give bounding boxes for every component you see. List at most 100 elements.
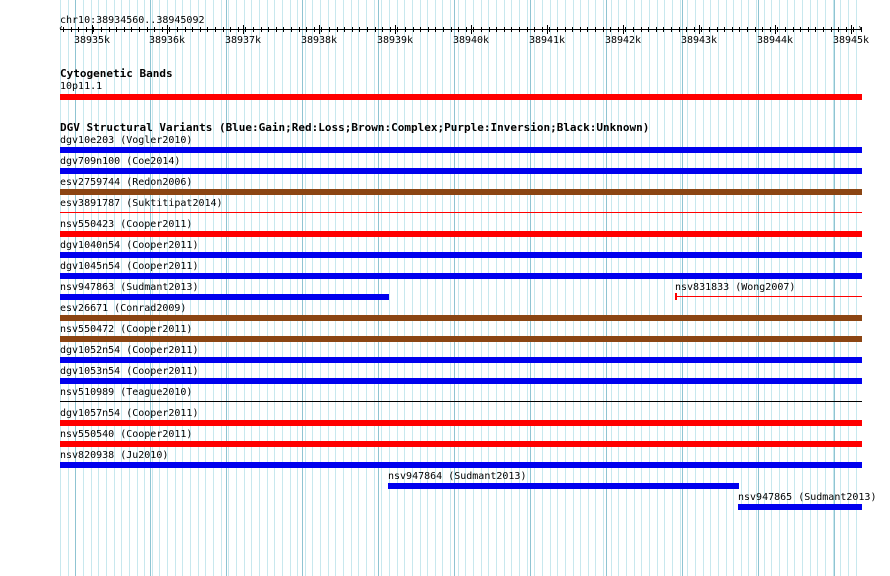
ruler-minor-tick <box>717 27 718 32</box>
feature-label[interactable]: esv2759744 (Redon2006) <box>60 177 192 188</box>
ruler-minor-tick <box>565 27 566 32</box>
ruler-minor-tick <box>777 27 778 32</box>
ruler-minor-tick <box>534 27 535 32</box>
feature-label[interactable]: nsv947864 (Sudmant2013) <box>388 471 526 482</box>
feature-label[interactable]: dgv10e203 (Vogler2010) <box>60 135 192 146</box>
ruler-minor-tick <box>595 27 596 32</box>
ruler-minor-tick <box>352 27 353 32</box>
feature-label[interactable]: nsv550540 (Cooper2011) <box>60 429 192 440</box>
ruler-minor-tick <box>428 27 429 32</box>
feature-label[interactable]: esv26671 (Conrad2009) <box>60 303 186 314</box>
feature-label[interactable]: dgv1045n54 (Cooper2011) <box>60 261 198 272</box>
ruler-tick-label: 38944k <box>756 35 794 46</box>
ruler-minor-tick <box>124 27 125 32</box>
cytoband-track-title: Cytogenetic Bands <box>60 67 173 80</box>
ruler-minor-tick <box>101 27 102 32</box>
ruler-minor-tick <box>739 27 740 32</box>
ruler-minor-tick <box>253 27 254 32</box>
feature-label[interactable]: nsv510989 (Teague2010) <box>60 387 192 398</box>
ruler-minor-tick <box>572 27 573 32</box>
ruler-tick-label: 38940k <box>452 35 490 46</box>
feature-bar[interactable] <box>60 168 862 174</box>
ruler-minor-tick <box>694 27 695 32</box>
location-label: chr10:38934560..38945092 <box>60 15 205 26</box>
feature-bar[interactable] <box>60 212 862 213</box>
feature-label[interactable]: nsv947863 (Sudmant2013) <box>60 282 198 293</box>
ruler-tick <box>775 25 776 34</box>
cytoband-bar[interactable] <box>60 94 862 100</box>
ruler-tick <box>471 25 472 34</box>
ruler-minor-tick <box>823 27 824 32</box>
ruler-tick-label: 38941k <box>528 35 566 46</box>
ruler-minor-tick <box>139 27 140 32</box>
ruler-minor-tick <box>261 27 262 32</box>
ruler-tick <box>319 25 320 34</box>
feature-bar[interactable] <box>60 189 862 195</box>
ruler-minor-tick <box>109 27 110 32</box>
ruler-tick-label: 38937k <box>224 35 262 46</box>
ruler-minor-tick <box>382 27 383 32</box>
feature-label[interactable]: nsv550472 (Cooper2011) <box>60 324 192 335</box>
cytoband-label: 10p11.1 <box>60 81 103 92</box>
ruler-minor-tick <box>815 27 816 32</box>
feature-label[interactable]: nsv550423 (Cooper2011) <box>60 219 192 230</box>
feature-label[interactable]: dgv1057n54 (Cooper2011) <box>60 408 198 419</box>
feature-bar[interactable] <box>60 252 862 258</box>
feature-bar[interactable] <box>60 420 862 426</box>
feature-bar[interactable] <box>60 441 862 447</box>
ruler-minor-tick <box>93 27 94 32</box>
feature-bar[interactable] <box>675 296 862 297</box>
ruler-minor-tick <box>732 27 733 32</box>
feature-label[interactable]: dgv709n100 (Coe2014) <box>60 156 180 167</box>
ruler-minor-tick <box>549 27 550 32</box>
ruler-minor-tick <box>838 27 839 32</box>
ruler-minor-tick <box>200 27 201 32</box>
feature-label[interactable]: nsv820938 (Ju2010) <box>60 450 168 461</box>
ruler-minor-tick <box>724 27 725 32</box>
ruler-minor-tick <box>648 27 649 32</box>
feature-bar[interactable] <box>60 294 389 300</box>
feature-label[interactable]: esv3891787 (Suktitipat2014) <box>60 198 223 209</box>
ruler-minor-tick <box>580 27 581 32</box>
feature-bar[interactable] <box>60 315 862 321</box>
feature-bar[interactable] <box>60 336 862 342</box>
feature-label[interactable]: dgv1052n54 (Cooper2011) <box>60 345 198 356</box>
feature-bar[interactable] <box>60 231 862 237</box>
feature-label[interactable]: nsv947865 (Sudmant2013) <box>738 492 876 503</box>
ruler-minor-tick <box>78 27 79 32</box>
feature-bar[interactable] <box>60 462 862 468</box>
feature-bar[interactable] <box>60 357 862 363</box>
feature-bar[interactable] <box>60 147 862 153</box>
ruler-minor-tick <box>473 27 474 32</box>
feature-bar[interactable] <box>388 483 739 489</box>
feature-bar[interactable] <box>738 504 862 510</box>
feature-bar[interactable] <box>60 378 862 384</box>
ruler-minor-tick <box>413 27 414 32</box>
ruler-minor-tick <box>701 27 702 32</box>
ruler-minor-tick <box>496 27 497 32</box>
feature-label[interactable]: dgv1040n54 (Cooper2011) <box>60 240 198 251</box>
ruler-tick-label: 38943k <box>680 35 718 46</box>
ruler-minor-tick <box>71 27 72 32</box>
feature-bar[interactable] <box>60 273 862 279</box>
ruler-minor-tick <box>337 27 338 32</box>
feature-bar[interactable] <box>60 401 862 402</box>
ruler-minor-tick <box>633 27 634 32</box>
feature-label[interactable]: dgv1053n54 (Cooper2011) <box>60 366 198 377</box>
ruler-minor-tick <box>268 27 269 32</box>
feature-label[interactable]: nsv831833 (Wong2007) <box>675 282 795 293</box>
ruler-minor-tick <box>451 27 452 32</box>
ruler-minor-tick <box>344 27 345 32</box>
ruler-minor-tick <box>359 27 360 32</box>
ruler-minor-tick <box>306 27 307 32</box>
ruler-tick-label: 38936k <box>148 35 186 46</box>
ruler-minor-tick <box>215 27 216 32</box>
ruler-minor-tick <box>291 27 292 32</box>
ruler-minor-tick <box>686 27 687 32</box>
ruler-minor-tick <box>800 27 801 32</box>
ruler-minor-tick <box>853 27 854 32</box>
ruler-minor-tick <box>185 27 186 32</box>
ruler-minor-tick <box>542 27 543 32</box>
ruler-minor-tick <box>808 27 809 32</box>
ruler-minor-tick <box>192 27 193 32</box>
